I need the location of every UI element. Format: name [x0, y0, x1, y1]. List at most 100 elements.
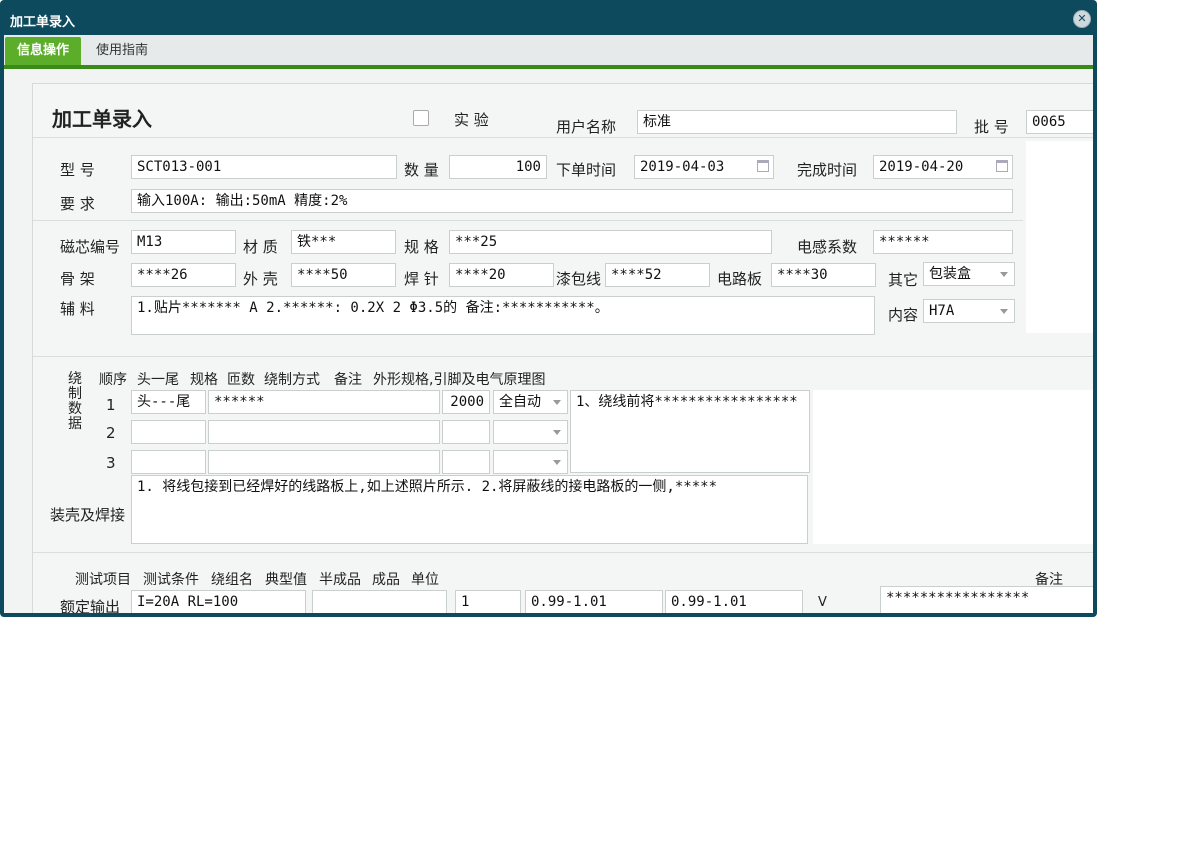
inductance-input[interactable]: ******: [873, 230, 1013, 254]
row-spec-input[interactable]: [208, 420, 440, 444]
test-header-typical: 典型值: [265, 572, 307, 588]
content-select-value: H7A: [929, 303, 955, 319]
close-icon[interactable]: ✕: [1073, 10, 1091, 28]
side-char: 数: [68, 401, 82, 417]
finish-time-label: 完成时间: [797, 161, 858, 179]
test-winding-input[interactable]: [312, 590, 447, 613]
calendar-icon[interactable]: [996, 160, 1008, 172]
divider: [33, 137, 1093, 138]
assembly-textarea[interactable]: 1. 将线包接到已经焊好的线路板上,如上述照片所示. 2.将屏蔽线的接电路板的一…: [131, 475, 808, 544]
row-seq: 2: [106, 424, 116, 442]
row-headtail-input[interactable]: [131, 450, 206, 474]
calendar-icon[interactable]: [757, 160, 769, 172]
row-method-select[interactable]: [493, 420, 568, 444]
wire-label: 漆包线: [556, 270, 602, 288]
tab-bar: 信息操作 使用指南: [4, 35, 1093, 69]
requirement-label: 要 求: [60, 195, 95, 213]
test-typical-input[interactable]: 1: [455, 590, 521, 613]
window-title: 加工单录入: [10, 15, 76, 30]
batch-input[interactable]: 0065: [1026, 110, 1093, 134]
frame-input[interactable]: ****26: [131, 263, 236, 287]
pin-input[interactable]: ****20: [449, 263, 554, 287]
row-method-select[interactable]: 全自动: [493, 390, 568, 414]
test-final-input[interactable]: 0.99-1.01: [665, 590, 803, 613]
order-date-input[interactable]: 2019-04-03: [634, 155, 774, 179]
test-semi-input[interactable]: 0.99-1.01: [525, 590, 663, 613]
col-header-seq: 顺序: [99, 372, 127, 388]
row-note-textarea[interactable]: 1、绕线前将*****************: [570, 390, 810, 473]
user-name-label: 用户名称: [556, 118, 617, 136]
experiment-label: 实 验: [454, 111, 489, 129]
row-turns-input[interactable]: 2000: [442, 390, 490, 414]
col-header-shape: 外形规格,引脚及电气原理图: [373, 372, 546, 388]
row-spec-input[interactable]: ******: [208, 390, 440, 414]
test-header-final: 成品: [372, 572, 400, 588]
diagram-area: [813, 390, 1093, 544]
row-headtail-input[interactable]: [131, 420, 206, 444]
aux-material-label: 辅 料: [60, 300, 95, 318]
test-condition-input[interactable]: I=20A RL=100: [131, 590, 306, 613]
model-input[interactable]: SCT013-001: [131, 155, 397, 179]
quantity-input[interactable]: 100: [449, 155, 547, 179]
divider: [33, 552, 1093, 553]
requirement-input[interactable]: 输入100A: 输出:50mA 精度:2%: [131, 189, 1013, 213]
aux-material-textarea[interactable]: 1.贴片******* A 2.******: 0.2X 2 Φ3.5的 备注:…: [131, 296, 875, 335]
test-item-label: 额定输出: [60, 598, 121, 613]
material-input[interactable]: 铁***: [291, 230, 396, 254]
frame-label: 骨 架: [60, 270, 95, 288]
other-select[interactable]: 包装盒: [923, 262, 1015, 286]
row-turns-input[interactable]: [442, 450, 490, 474]
test-unit: V: [818, 595, 827, 610]
winding-side-label: 绕 制 数 据: [68, 372, 82, 432]
row-headtail-input[interactable]: 头---尾: [131, 390, 206, 414]
row-seq: 1: [106, 396, 116, 414]
other-select-value: 包装盒: [929, 266, 971, 282]
finish-date-input[interactable]: 2019-04-20: [873, 155, 1013, 179]
dialog-body: 信息操作 使用指南 加工单录入 实 验 用户名称 标准 批 号 0065 型 号…: [4, 35, 1093, 613]
col-header-headtail: 头一尾: [137, 372, 179, 388]
shell-label: 外 壳: [243, 270, 278, 288]
form-panel: 加工单录入 实 验 用户名称 标准 批 号 0065 型 号 SCT013-00…: [32, 83, 1093, 613]
row-spec-input[interactable]: [208, 450, 440, 474]
test-header-item: 测试项目: [75, 572, 131, 588]
inductance-label: 电感系数: [797, 238, 858, 256]
core-label: 磁芯编号: [60, 238, 121, 256]
row-turns-input[interactable]: [442, 420, 490, 444]
quantity-label: 数 量: [404, 161, 439, 179]
batch-label: 批 号: [974, 118, 1009, 136]
col-header-note: 备注: [334, 372, 362, 388]
col-header-spec: 规格: [190, 372, 218, 388]
model-label: 型 号: [60, 161, 95, 179]
test-header-unit: 单位: [411, 572, 439, 588]
pin-label: 焊 针: [404, 270, 439, 288]
chevron-down-icon: [1000, 272, 1008, 277]
col-header-method: 绕制方式: [264, 372, 320, 388]
wire-input[interactable]: ****52: [605, 263, 710, 287]
side-char: 据: [68, 416, 82, 432]
other-label: 其它: [888, 271, 919, 289]
content-label: 内容: [888, 306, 919, 324]
chevron-down-icon: [553, 400, 561, 405]
row-method-value: 全自动: [499, 394, 541, 410]
test-remark-input[interactable]: *****************: [880, 586, 1093, 613]
spec-input[interactable]: ***25: [449, 230, 772, 254]
experiment-checkbox[interactable]: [413, 110, 429, 126]
core-input[interactable]: M13: [131, 230, 236, 254]
test-header-condition: 测试条件: [143, 572, 199, 588]
pcb-input[interactable]: ****30: [771, 263, 876, 287]
test-header-winding: 绕组名: [211, 572, 253, 588]
tab-user-guide[interactable]: 使用指南: [96, 37, 148, 65]
spec-label: 规 格: [404, 238, 439, 256]
row-method-select[interactable]: [493, 450, 568, 474]
side-char: 制: [68, 386, 82, 402]
tab-info-operation[interactable]: 信息操作: [5, 37, 81, 65]
content-select[interactable]: H7A: [923, 299, 1015, 323]
side-char: 绕: [68, 371, 82, 387]
user-name-input[interactable]: 标准: [637, 110, 957, 134]
image-area: [1026, 141, 1093, 333]
shell-input[interactable]: ****50: [291, 263, 396, 287]
divider: [33, 356, 1093, 357]
divider: [33, 220, 1023, 221]
col-header-turns: 匝数: [227, 372, 255, 388]
chevron-down-icon: [553, 460, 561, 465]
